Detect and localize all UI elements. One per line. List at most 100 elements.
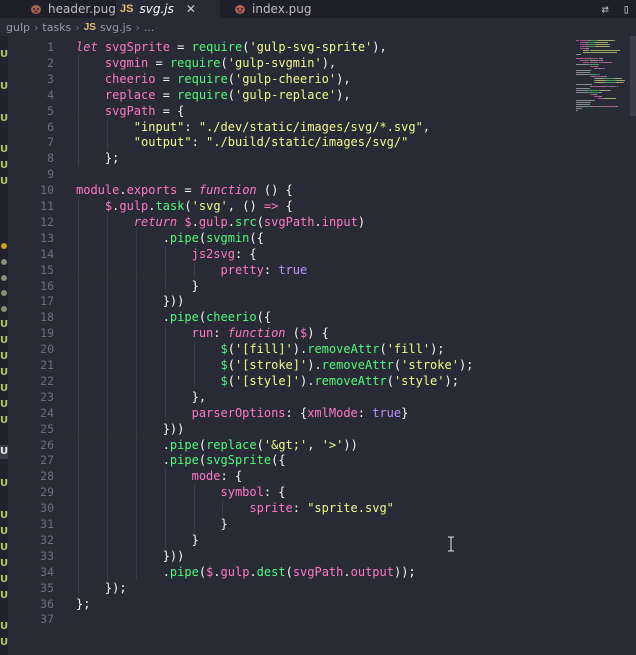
git-untracked-marker: U xyxy=(0,573,8,585)
minimap-line xyxy=(583,62,589,63)
code-token: let xyxy=(76,40,98,54)
code-text: sprite: "sprite.svg" xyxy=(76,500,394,516)
indent-guide xyxy=(135,245,137,262)
breadcrumb: gulp › tasks › JS svg.js › ... xyxy=(0,18,636,36)
line-number: 33 xyxy=(40,548,54,563)
indent-guide xyxy=(106,452,108,469)
code-token: svgPath xyxy=(104,103,156,118)
code-token: ( xyxy=(198,453,207,468)
git-untracked-marker: U xyxy=(0,80,8,92)
minimap-line xyxy=(595,82,604,83)
code-token: . xyxy=(119,183,127,198)
minimap-line xyxy=(595,80,605,81)
line-number: 23 xyxy=(40,389,54,404)
indent-guide xyxy=(135,372,137,389)
split-editor-icon[interactable]: ▯ xyxy=(623,2,630,16)
minimap-line xyxy=(598,74,601,75)
code-token: : { xyxy=(220,469,243,484)
indent-guide xyxy=(78,229,79,246)
code-token: true xyxy=(372,405,402,420)
indent-guide xyxy=(78,500,79,516)
breadcrumb-item-gulp[interactable]: gulp xyxy=(6,21,30,34)
indent-guide xyxy=(106,547,108,564)
code-token: ({ xyxy=(271,453,286,468)
code-text: module.exports = function () { xyxy=(76,182,293,198)
indent-guide xyxy=(78,547,79,564)
code-token: ). xyxy=(307,358,322,372)
open-changes-icon[interactable]: ⇄ xyxy=(602,2,609,16)
minimap-line xyxy=(594,76,603,77)
code-text: }); xyxy=(76,580,127,596)
indent-guide xyxy=(164,372,166,389)
code-token: gulp xyxy=(198,214,228,229)
git-untracked-marker: U xyxy=(0,478,8,490)
code-token: $ xyxy=(220,373,228,388)
line-number: 6 xyxy=(47,119,54,134)
breadcrumb-item-file[interactable]: svg.js xyxy=(100,21,132,34)
indent-guide xyxy=(106,134,108,151)
code-token: ) { xyxy=(307,326,329,341)
line-number: 14 xyxy=(40,246,54,261)
git-untracked-marker: U xyxy=(0,557,8,569)
code-editor[interactable]: 1 let svgSprite = require('gulp-svg-sprit… xyxy=(8,36,568,655)
indent-guide xyxy=(78,420,79,437)
line-number: 28 xyxy=(40,469,54,484)
indent-guide xyxy=(78,357,79,373)
line-number: 1 xyxy=(47,40,54,54)
line-number: 31 xyxy=(40,517,54,531)
code-text: cheerio = require('gulp-cheerio'), xyxy=(76,71,351,87)
indent-guide xyxy=(78,198,79,214)
minimap-line xyxy=(591,58,599,59)
git-modified-dot xyxy=(0,255,8,269)
code-token: . xyxy=(227,214,235,229)
indent-guide xyxy=(164,388,166,405)
breadcrumb-item-tasks[interactable]: tasks xyxy=(42,21,71,34)
code-text: }, xyxy=(76,389,206,405)
indent-guide xyxy=(135,261,137,278)
indent-guide xyxy=(164,516,166,532)
indent-guide xyxy=(78,531,79,548)
indent-guide xyxy=(78,213,79,230)
code-token: cheerio xyxy=(104,71,156,86)
breadcrumb-item-symbols[interactable]: ... xyxy=(144,21,155,34)
minimap-line xyxy=(576,54,582,55)
code-token: . xyxy=(343,564,351,579)
tab-svg-js[interactable]: JS svg.js ✕ xyxy=(116,0,220,18)
scrollbar-thumb[interactable] xyxy=(630,36,636,116)
indent-guide xyxy=(106,277,108,294)
git-untracked-marker: U xyxy=(0,176,8,188)
code-token: . xyxy=(314,214,322,229)
code-token: true xyxy=(278,262,308,277)
code-token: ( xyxy=(256,214,264,229)
minimap[interactable] xyxy=(570,36,636,655)
indent-guide xyxy=(135,484,137,501)
code-token: ) xyxy=(357,214,366,229)
minimap-line xyxy=(597,40,613,41)
code-text: } xyxy=(76,278,199,294)
code-token: ( xyxy=(227,342,235,357)
code-token: : xyxy=(292,501,308,516)
line-number: 19 xyxy=(40,326,54,341)
indent-guide xyxy=(78,404,79,421)
indent-guide xyxy=(106,245,108,262)
indent-guide xyxy=(164,357,166,373)
minimap-line xyxy=(583,52,591,53)
code-token: ( xyxy=(379,342,387,357)
indent-guide xyxy=(193,341,195,357)
code-token: ( xyxy=(285,326,300,341)
git-untracked-marker: U xyxy=(0,637,8,649)
code-token: require xyxy=(177,87,228,102)
tab-index-pug[interactable]: index.pug xyxy=(234,0,311,18)
chevron-right-icon: › xyxy=(34,20,39,34)
minimap-line xyxy=(600,92,603,93)
minimap-line xyxy=(576,108,583,109)
code-token: symbol xyxy=(220,485,264,500)
tab-header-pug[interactable]: header.pug xyxy=(30,0,116,18)
line-number: 4 xyxy=(47,87,54,102)
close-icon[interactable]: ✕ xyxy=(186,2,196,16)
indent-guide xyxy=(78,436,79,453)
minimap-line xyxy=(594,42,607,43)
